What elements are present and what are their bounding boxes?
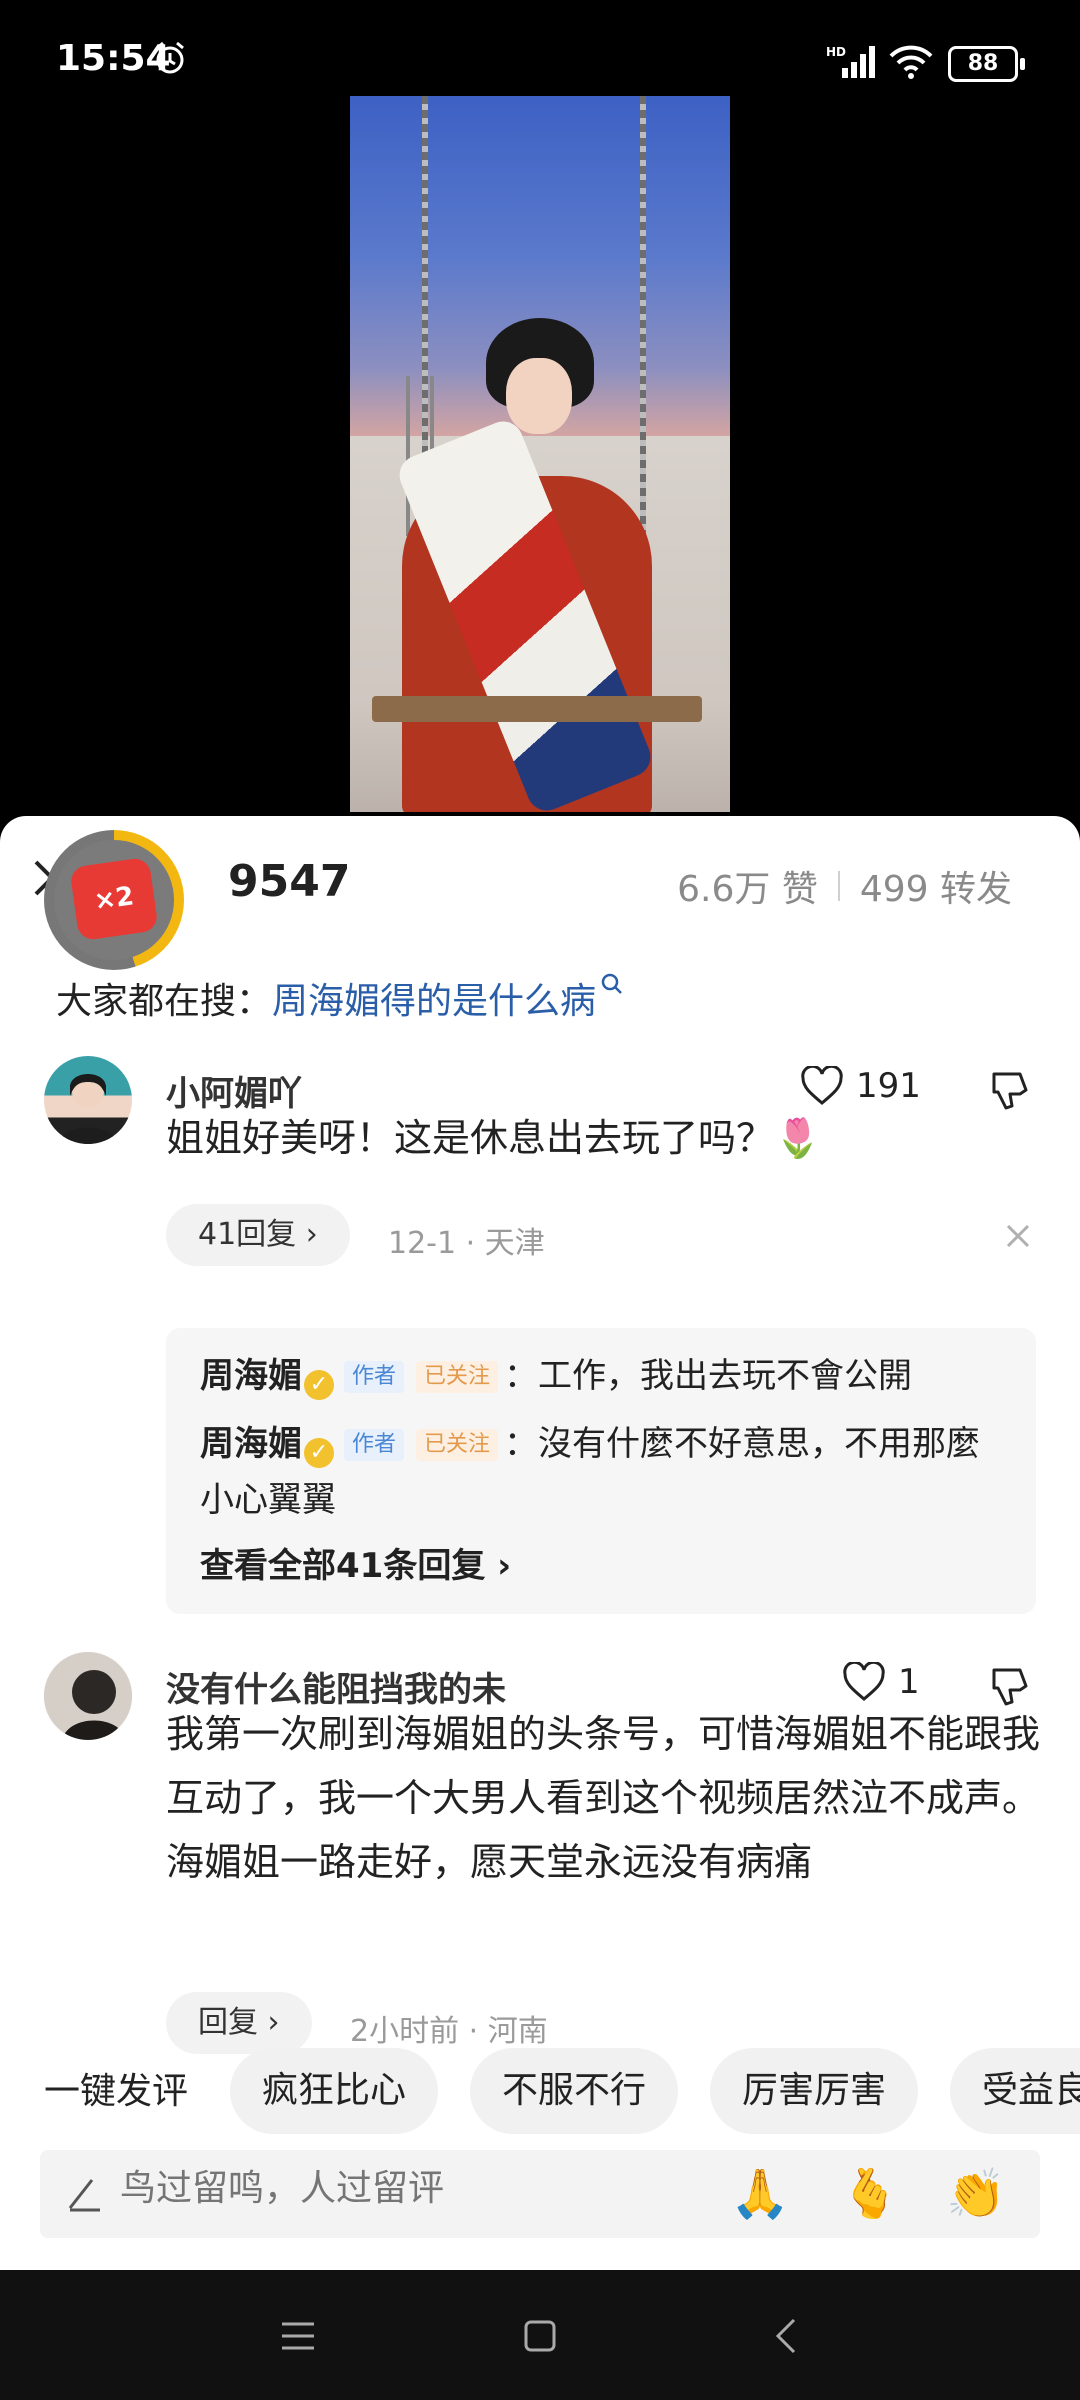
wifi-icon [889, 45, 933, 79]
avatar[interactable] [44, 1056, 132, 1144]
avatar-image [44, 1652, 132, 1740]
comments-count: 9547 [228, 856, 351, 907]
dismiss-icon[interactable] [1004, 1222, 1032, 1250]
author-tag: 作者 [344, 1361, 405, 1393]
red-packet-icon: ×2 [69, 856, 159, 942]
video-swing-seat [372, 696, 702, 722]
system-nav-bar [0, 2270, 1080, 2400]
reply-text: ：工作，我出去玩不會公開 [504, 1356, 913, 1396]
likes-count: 6.6万 赞 [677, 869, 818, 910]
video-swing-frame [406, 376, 410, 536]
reply-item[interactable]: 周海媚 ✓ 作者 已关注 ：工作，我出去玩不會公開 [200, 1348, 1010, 1404]
alarm-icon [156, 41, 184, 74]
like-count: 191 [856, 1066, 921, 1106]
avatar-image [58, 1074, 118, 1144]
post-stats: 6.6万 赞 499 转发 [677, 860, 1012, 912]
like-button[interactable]: 1 [842, 1662, 920, 1702]
clap-emoji-icon[interactable]: 👏 [946, 2164, 1006, 2224]
comment-text: 我第一次刷到海媚姐的头条号，可惜海媚姐不能跟我互动了，我一个大男人看到这个视频居… [166, 1712, 1041, 1884]
heart-icon [843, 1662, 885, 1701]
quick-comment-row: 一键发评 疯狂比心 不服不行 厉害厉害 受益良 [0, 2042, 1080, 2140]
verified-icon: ✓ [304, 1370, 334, 1400]
author-tag: 作者 [344, 1429, 405, 1461]
comments-header: 论 9547 6.6万 赞 499 转发 ×2 [0, 816, 1080, 970]
avatar[interactable] [44, 1652, 132, 1740]
menu-icon[interactable] [276, 2314, 320, 2358]
heart-icon [801, 1066, 843, 1105]
stats-divider [837, 871, 840, 901]
signal-icon: HD [826, 45, 875, 78]
video-player[interactable] [350, 96, 730, 812]
comments-sheet: 论 9547 6.6万 赞 499 转发 ×2 大家都在搜：周海媚得的是什么病 … [0, 816, 1080, 2270]
search-prefix: 大家都在搜： [56, 981, 273, 1022]
following-tag: 已关注 [416, 1361, 499, 1393]
view-all-replies-link[interactable]: 查看全部41条回复 › [200, 1538, 511, 1587]
quick-comment-chip[interactable]: 厉害厉害 [710, 2048, 919, 2134]
quick-comment-chip[interactable]: 受益良 [950, 2048, 1080, 2134]
video-person-face [506, 358, 572, 434]
quick-comment-chip[interactable]: 不服不行 [470, 2048, 679, 2134]
pray-emoji-icon[interactable]: 🙏 [730, 2164, 790, 2224]
quick-comment-chip[interactable]: 疯狂比心 [230, 2048, 439, 2134]
pen-icon [68, 2179, 100, 2212]
reply-item[interactable]: 周海媚 ✓ 作者 已关注 ：沒有什麼不好意思，不用那麼小心翼翼 [200, 1416, 1010, 1528]
shares-count: 499 转发 [859, 869, 1012, 910]
search-suggestion[interactable]: 大家都在搜：周海媚得的是什么病 [56, 972, 624, 1024]
reply-author[interactable]: 周海媚 [200, 1424, 302, 1464]
like-count: 1 [898, 1662, 920, 1702]
comment-input[interactable] [120, 2168, 680, 2209]
comment-input-bar[interactable]: 🙏 🫰 👏 [40, 2150, 1040, 2238]
replies-box: 周海媚 ✓ 作者 已关注 ：工作，我出去玩不會公開 周海媚 ✓ 作者 已关注 ：沒有什麼不好意思… [166, 1328, 1036, 1614]
comment-text: 姐姐好美呀！这是休息出去玩了吗？🌷 [166, 1116, 822, 1160]
red-packet-badge[interactable]: ×2 [44, 830, 184, 970]
like-button[interactable]: 191 [800, 1066, 921, 1106]
quick-comment-label: 一键发评 [44, 2071, 189, 2112]
reply-author[interactable]: 周海媚 [200, 1356, 302, 1396]
verified-icon: ✓ [304, 1438, 334, 1468]
search-query-link[interactable]: 周海媚得的是什么病 [272, 981, 596, 1022]
back-icon[interactable] [766, 2314, 810, 2358]
reply-count-button[interactable]: 41回复 › [166, 1204, 350, 1266]
home-icon[interactable] [518, 2314, 562, 2358]
battery-icon: 88 [948, 46, 1025, 82]
search-icon [601, 973, 622, 994]
svg-text:HD: HD [826, 45, 846, 59]
following-tag: 已关注 [416, 1429, 499, 1461]
comment-meta: 12-1 · 天津 [388, 1226, 545, 1261]
finger-heart-emoji-icon[interactable]: 🫰 [840, 2164, 900, 2224]
comment-item: 没有什么能阻挡我的未 1 我第一次刷到海媚姐的头条号，可惜海媚姐不能跟我互动了，… [0, 1652, 1080, 2072]
